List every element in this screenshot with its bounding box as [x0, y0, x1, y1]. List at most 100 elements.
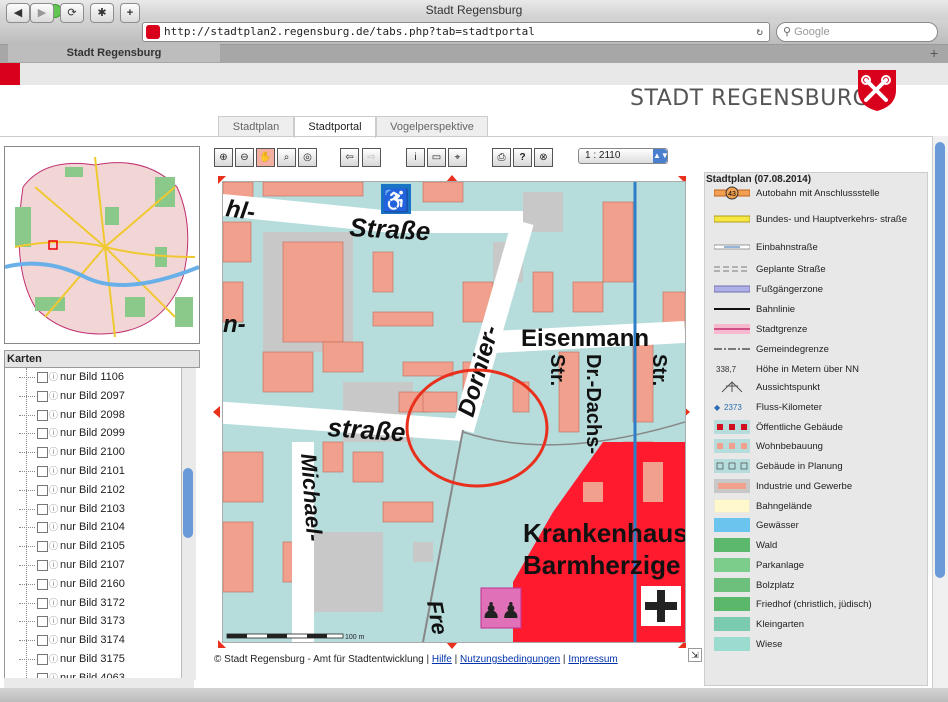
legend-symbol-park [714, 558, 750, 572]
tree-connector [19, 583, 35, 585]
forward-arrow-icon[interactable]: ⇨ [362, 148, 381, 167]
karten-list-item[interactable]: ⓘ nur Bild 3172 [5, 594, 183, 613]
karten-item-label: nur Bild 2098 [60, 408, 125, 421]
scale-select[interactable]: 1 : 2110 ▲▼ [578, 148, 669, 164]
tab-stadtplan[interactable]: Stadtplan [218, 116, 294, 137]
info-icon[interactable]: ⓘ [49, 443, 58, 462]
checkbox[interactable] [37, 541, 48, 553]
tab-stadtportal[interactable]: Stadtportal [294, 116, 376, 138]
legend-label: Öffentliche Gebäude [756, 422, 843, 433]
checkbox[interactable] [37, 484, 48, 496]
karten-list-item[interactable]: ⓘ nur Bild 2099 [5, 424, 183, 443]
svg-text:Dr.-Dachs-: Dr.-Dachs- [582, 354, 604, 454]
karten-list-item[interactable]: ⓘ nur Bild 2160 [5, 575, 183, 594]
info-icon[interactable]: ⓘ [49, 368, 58, 387]
karten-list-item[interactable]: ⓘ nur Bild 4063 [5, 669, 183, 678]
checkbox[interactable] [37, 372, 48, 383]
info-icon[interactable]: ⓘ [49, 631, 58, 650]
info-icon[interactable]: i [406, 148, 425, 167]
karten-list-item[interactable]: ⓘ nur Bild 3175 [5, 650, 183, 669]
checkbox[interactable] [37, 503, 48, 515]
karten-list-item[interactable]: ⓘ nur Bild 1106 [5, 368, 183, 387]
checkbox[interactable] [37, 597, 48, 609]
print-icon[interactable]: ⎙ [492, 148, 511, 167]
add-bookmark-icon[interactable]: + [120, 3, 140, 23]
info-icon[interactable]: ⓘ [49, 481, 58, 500]
checkbox[interactable] [37, 559, 48, 571]
bug-icon[interactable]: ✱ [90, 3, 114, 23]
forward-button[interactable]: ▶ [30, 3, 54, 23]
karten-list-item[interactable]: ⓘ nur Bild 3173 [5, 612, 183, 631]
overview-map[interactable] [4, 146, 200, 344]
checkbox[interactable] [37, 616, 48, 628]
checkbox[interactable] [37, 390, 48, 402]
info-icon[interactable]: ⓘ [49, 575, 58, 594]
crosshair-icon[interactable]: ⌖ [448, 148, 467, 167]
karten-list-item[interactable]: ⓘ nur Bild 2107 [5, 556, 183, 575]
reload-inline-icon[interactable]: ↻ [756, 23, 763, 41]
karten-list-item[interactable]: ⓘ nur Bild 2102 [5, 481, 183, 500]
karten-list-item[interactable]: ⓘ nur Bild 3174 [5, 631, 183, 650]
checkbox[interactable] [37, 465, 48, 477]
help-icon[interactable]: ? [513, 148, 532, 167]
checkbox[interactable] [37, 447, 48, 459]
info-icon[interactable]: ⓘ [49, 518, 58, 537]
karten-list-item[interactable]: ⓘ nur Bild 2105 [5, 537, 183, 556]
checkbox[interactable] [37, 522, 48, 534]
zoom-full-icon[interactable]: ◎ [298, 148, 317, 167]
karten-panel-header: Karten [4, 350, 200, 368]
karten-hscrollbar[interactable] [4, 678, 194, 688]
tree-connector [19, 621, 35, 623]
checkbox[interactable] [37, 409, 48, 421]
info-icon[interactable]: ⓘ [49, 500, 58, 519]
checkbox[interactable] [37, 578, 48, 590]
info-icon[interactable]: ⓘ [49, 594, 58, 613]
karten-scroll-thumb[interactable] [183, 468, 193, 538]
info-icon[interactable]: ⓘ [49, 612, 58, 631]
browser-tab[interactable]: Stadt Regensburg [8, 44, 220, 62]
info-icon[interactable]: ⓘ [49, 406, 58, 425]
close-icon[interactable]: ⊗ [534, 148, 553, 167]
link-nutzungsbedingungen[interactable]: Nutzungsbedingungen [460, 654, 560, 665]
karten-list-item[interactable]: ⓘ nur Bild 2103 [5, 500, 183, 519]
checkbox[interactable] [37, 635, 48, 647]
info-icon[interactable]: ⓘ [49, 650, 58, 669]
karten-list-item[interactable]: ⓘ nur Bild 2104 [5, 518, 183, 537]
url-field[interactable]: http://stadtplan2.regensburg.de/tabs.php… [142, 22, 770, 42]
info-icon[interactable]: ⓘ [49, 556, 58, 575]
info-icon[interactable]: ⓘ [49, 537, 58, 556]
link-impressum[interactable]: Impressum [568, 654, 617, 665]
zoom-out-icon[interactable]: ⊖ [235, 148, 254, 167]
resize-handle-icon[interactable]: ⇲ [688, 648, 702, 662]
zoom-in-icon[interactable]: ⊕ [214, 148, 233, 167]
info-icon[interactable]: ⓘ [49, 424, 58, 443]
zoom-box-icon[interactable]: ⌕ [277, 148, 296, 167]
info-icon[interactable]: ⓘ [49, 387, 58, 406]
checkbox[interactable] [37, 428, 48, 440]
city-map[interactable]: ♿ ♟♟ Straße hl- n- straße Dornier- Micha… [222, 181, 686, 643]
link-hilfe[interactable]: Hilfe [432, 654, 452, 665]
city-crest-logo[interactable] [856, 68, 898, 112]
tree-connector [19, 527, 35, 529]
back-arrow-icon[interactable]: ⇦ [340, 148, 359, 167]
karten-list-item[interactable]: ⓘ nur Bild 2100 [5, 443, 183, 462]
city-map-graphic: ♿ ♟♟ Straße hl- n- straße Dornier- Micha… [223, 182, 685, 642]
search-field[interactable]: ⚲ Google [776, 22, 938, 42]
page-scroll-thumb[interactable] [935, 142, 945, 578]
tab-label: Vogelperspektive [390, 121, 474, 133]
info-icon[interactable]: ⓘ [49, 669, 58, 678]
legend-item-industrie: Industrie und Gewerbe [714, 479, 924, 497]
legend-item-park: Parkanlage [714, 558, 924, 576]
hand-icon[interactable]: ✋ [256, 148, 275, 167]
reload-icon[interactable]: ⟳ [60, 3, 84, 23]
karten-list-item[interactable]: ⓘ nur Bild 2097 [5, 387, 183, 406]
new-tab-icon[interactable]: + [930, 45, 938, 61]
info-icon[interactable]: ⓘ [49, 462, 58, 481]
legend-item-wohn: Wohnbebauung [714, 439, 924, 457]
karten-list-item[interactable]: ⓘ nur Bild 2101 [5, 462, 183, 481]
back-button[interactable]: ◀ [6, 3, 30, 23]
tab-vogelperspektive[interactable]: Vogelperspektive [376, 116, 488, 137]
checkbox[interactable] [37, 653, 48, 665]
ruler-icon[interactable]: ▭ [427, 148, 446, 167]
karten-list-item[interactable]: ⓘ nur Bild 2098 [5, 406, 183, 425]
